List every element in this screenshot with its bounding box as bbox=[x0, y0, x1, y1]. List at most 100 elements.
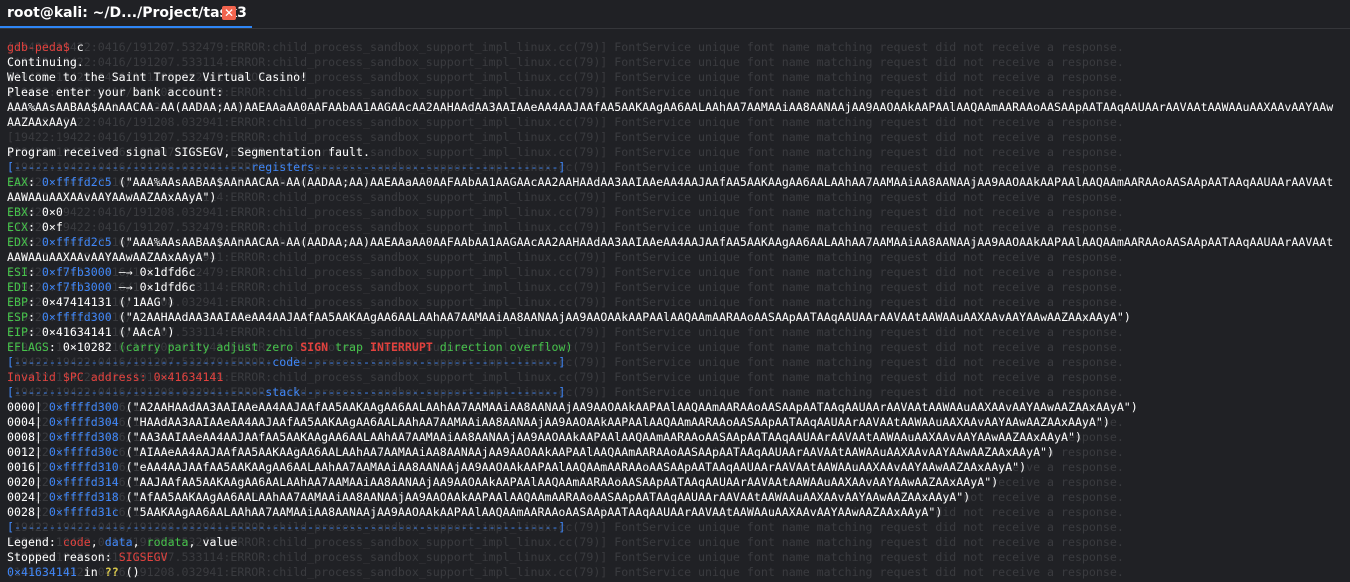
eip-value: 0×41634141 ('AAcA') bbox=[34, 325, 175, 339]
stack-row: 0016| 0×ffffd310 ("eAA4AAJAAfAA5AAKAAgAA… bbox=[7, 460, 1350, 475]
input-line-2: AAZAAxAAyA bbox=[7, 115, 77, 129]
edx-line: EDX: 0×ffffd2c5 ("AAA%AAsAABAA$AAnAACAA-… bbox=[7, 235, 1334, 249]
terminal-tab[interactable]: root@kali: ~/D.../Project/task3 ✕ bbox=[0, 0, 252, 28]
esp-addr: 0×ffffd300 bbox=[41, 310, 112, 324]
esi-name: ESI bbox=[7, 265, 28, 279]
tab-divider bbox=[0, 28, 1350, 29]
stack-header: [------------------------------------sta… bbox=[7, 385, 566, 399]
terminal-output[interactable]: gdb-peda$ c Continuing. Welcome to the S… bbox=[7, 40, 1350, 582]
flags-list: (carry parity adjust zero bbox=[118, 340, 301, 354]
legend-value: value bbox=[202, 535, 238, 549]
esi-line: ESI: 0×f7fb3000 —→ 0×1dfd6c bbox=[7, 265, 196, 279]
eip-name: EIP bbox=[7, 325, 28, 339]
legend-code: code bbox=[62, 535, 91, 549]
esp-line: ESP: 0×ffffd300 ("A2AAHAAdAA3AAIAAeAA4AA… bbox=[7, 310, 1131, 324]
stopped-reason: SIGSEGV bbox=[118, 550, 168, 564]
esp-string: ("A2AAHAAdAA3AAIAAeAA4AAJAAfAA5AAKAAgAA6… bbox=[111, 310, 1131, 324]
stack-row: 0028| 0×ffffd31c ("5AAKAAgAA6AALAAhAA7AA… bbox=[7, 505, 1350, 520]
gdb-prompt: gdb-peda$ bbox=[7, 40, 70, 54]
stack-value: ("eAA4AAJAAfAA5AAKAAgAA6AALAAhAA7AAMAAiA… bbox=[118, 460, 1027, 474]
ebx-value: 0×0 bbox=[34, 205, 63, 219]
legend-line: Legend: code, data, rodata, value bbox=[7, 535, 1350, 550]
eflags-value: 0×10282 bbox=[55, 340, 119, 354]
stack-addr: 0×ffffd318 bbox=[41, 490, 119, 504]
stack-offset: 0000| bbox=[7, 400, 42, 414]
stack-value: ("AA3AAIAAeAA4AAJAAfAA5AAKAAgAA6AALAAhAA… bbox=[118, 430, 1082, 444]
frame-func: ?? bbox=[104, 565, 119, 579]
eflags-name: EFLAGS bbox=[7, 340, 49, 354]
frame-addr: 0×41634141 bbox=[7, 565, 77, 579]
stack-row: 0008| 0×ffffd308 ("AA3AAIAAeAA4AAJAAfAA5… bbox=[7, 430, 1350, 445]
flag-sign: SIGN bbox=[300, 340, 329, 354]
stopped-label: Stopped reason: bbox=[7, 550, 119, 564]
stack-row: 0004| 0×ffffd304 ("HAAdAA3AAIAAeAA4AAJAA… bbox=[7, 415, 1350, 430]
ecx-line: ECX: 0×f bbox=[7, 220, 63, 234]
stack-addr: 0×ffffd310 bbox=[41, 460, 119, 474]
stack-addr: 0×ffffd31c bbox=[41, 505, 119, 519]
command-text: c bbox=[69, 40, 84, 54]
stack-offset: 0020| bbox=[7, 475, 42, 489]
stack-value: ("AfAA5AAKAAgAA6AALAAhAA7AAMAAiAA8AANAAj… bbox=[118, 490, 971, 504]
edi-addr: 0×f7fb3000 bbox=[41, 280, 112, 294]
enter-account-line: Please enter your bank account: bbox=[7, 85, 224, 99]
edx-line-cont: AAWAAuAAXAAvAAYAAwAAZAAxAAyA") bbox=[7, 250, 217, 264]
close-icon[interactable]: ✕ bbox=[222, 6, 236, 20]
stack-offset: 0008| bbox=[7, 430, 42, 444]
ecx-value: 0×f bbox=[34, 220, 63, 234]
stack-value: ("A2AAHAAdAA3AAIAAeAA4AAJAAfAA5AAKAAgAA6… bbox=[118, 400, 1138, 414]
eax-line-cont: AAWAAuAAXAAvAAYAAwAAZAAxAAyA") bbox=[7, 190, 217, 204]
edx-string: ("AAA%AAsAABAA$AAnAACAA-AA(AADAA;AA)AAEA… bbox=[111, 235, 1334, 249]
stack-addr: 0×ffffd300 bbox=[41, 400, 119, 414]
stack-offset: 0028| bbox=[7, 505, 42, 519]
flags-mid: trap bbox=[328, 340, 370, 354]
edi-line: EDI: 0×f7fb3000 —→ 0×1dfd6c bbox=[7, 280, 196, 294]
stack-value: ("HAAdAA3AAIAAeAA4AAJAAfAA5AAKAAgAA6AALA… bbox=[118, 415, 1110, 429]
stack-row: 0020| 0×ffffd314 ("AAJAAfAA5AAKAAgAA6AAL… bbox=[7, 475, 1350, 490]
ebx-name: EBX bbox=[7, 205, 28, 219]
stopped-line: Stopped reason: SIGSEGV bbox=[7, 550, 1350, 565]
esp-name: ESP bbox=[7, 310, 28, 324]
flags-post: direction overflow) bbox=[432, 340, 573, 354]
eax-addr: 0×ffffd2c5 bbox=[41, 175, 112, 189]
eip-line: EIP: 0×41634141 ('AAcA') bbox=[7, 325, 175, 339]
ebp-value: 0×47414131 ('1AAG') bbox=[34, 295, 175, 309]
stack-offset: 0024| bbox=[7, 490, 42, 504]
legend-sep: , bbox=[188, 535, 203, 549]
stack-offset: 0012| bbox=[7, 445, 42, 459]
ebx-line: EBX: 0×0 bbox=[7, 205, 63, 219]
legend-label: Legend: bbox=[7, 535, 63, 549]
esi-addr: 0×f7fb3000 bbox=[41, 265, 112, 279]
stack-offset: 0004| bbox=[7, 415, 42, 429]
edi-name: EDI bbox=[7, 280, 28, 294]
stack-value: ("5AAKAAgAA6AALAAhAA7AAMAAiAA8AANAAjAA9A… bbox=[118, 505, 943, 519]
invalid-pc-line: Invalid $PC address: 0×41634141 bbox=[7, 370, 224, 384]
stack-row: 0024| 0×ffffd318 ("AfAA5AAKAAgAA6AALAAhA… bbox=[7, 490, 1350, 505]
stack-addr: 0×ffffd30c bbox=[41, 445, 119, 459]
signal-line: Program received signal SIGSEGV, Segment… bbox=[7, 145, 370, 159]
input-line-1: AAA%AAsAABAA$AAnAACAA-AA(AADAA;AA)AAEAAa… bbox=[7, 100, 1334, 114]
stack-addr: 0×ffffd308 bbox=[41, 430, 119, 444]
ecx-name: ECX bbox=[7, 220, 28, 234]
stack-value: ("AIAAeAA4AAJAAfAA5AAKAAgAA6AALAAhAA7AAM… bbox=[118, 445, 1055, 459]
code-header: [-------------------------------------co… bbox=[7, 355, 566, 369]
stack-offset: 0016| bbox=[7, 460, 42, 474]
section-end: [---------------------------------------… bbox=[7, 520, 566, 534]
stack-row: 0012| 0×ffffd30c ("AIAAeAA4AAJAAfAA5AAKA… bbox=[7, 445, 1350, 460]
edx-addr: 0×ffffd2c5 bbox=[41, 235, 112, 249]
legend-data: data bbox=[104, 535, 133, 549]
stack-list: 0000| 0×ffffd300 ("A2AAHAAdAA3AAIAAeAA4A… bbox=[7, 400, 1350, 520]
continuing-line: Continuing. bbox=[7, 55, 84, 69]
eax-name: EAX bbox=[7, 175, 28, 189]
legend-sep: , bbox=[90, 535, 105, 549]
frame-line: 0×41634141 in ?? () bbox=[7, 565, 1350, 580]
esi-value: —→ 0×1dfd6c bbox=[111, 265, 196, 279]
legend-sep: , bbox=[132, 535, 147, 549]
stack-addr: 0×ffffd314 bbox=[41, 475, 119, 489]
prompt-line: gdb-peda$ c bbox=[7, 40, 1350, 55]
ebp-name: EBP bbox=[7, 295, 28, 309]
welcome-line: Welcome to the Saint Tropez Virtual Casi… bbox=[7, 70, 308, 84]
registers-header: [----------------------------------regis… bbox=[7, 160, 566, 174]
flag-interrupt: INTERRUPT bbox=[370, 340, 433, 354]
tab-title: root@kali: ~/D.../Project/task3 bbox=[7, 5, 247, 21]
